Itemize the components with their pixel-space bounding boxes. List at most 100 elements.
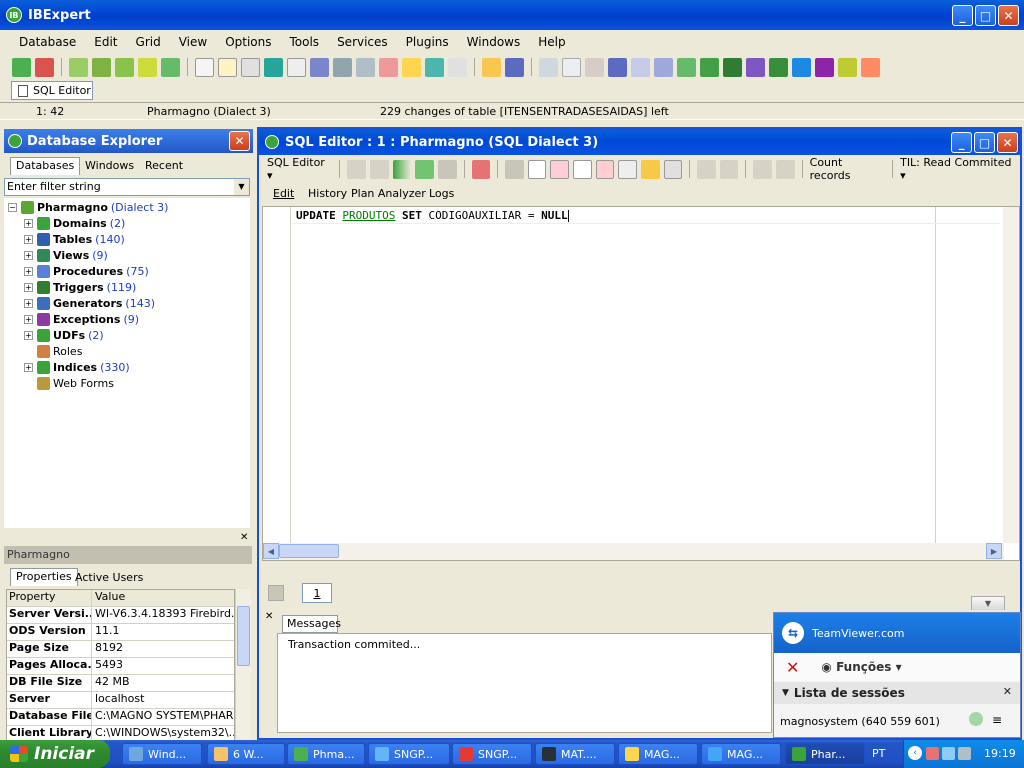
prev-page-icon[interactable] — [268, 585, 284, 601]
copy-page-icon[interactable] — [573, 159, 592, 179]
sql-maximize-button[interactable]: □ — [974, 132, 995, 153]
editor-horizontal-scrollbar[interactable]: ◀ ▶ — [263, 543, 1004, 560]
sql-minimize-button[interactable]: _ — [951, 132, 972, 153]
menu-options[interactable]: Options — [216, 35, 280, 49]
users-icon[interactable] — [379, 57, 398, 77]
blob-icon[interactable] — [425, 57, 444, 77]
form-icon[interactable] — [776, 159, 795, 179]
functions-menu[interactable]: ◉ Funções ▾ — [821, 660, 901, 674]
prev-query-icon[interactable] — [347, 159, 367, 179]
session-item[interactable]: magnosystem (640 559 601) — [780, 715, 940, 728]
language-indicator[interactable]: PT — [872, 747, 885, 760]
scroll-right-icon[interactable]: ▶ — [986, 543, 1002, 559]
cut-icon[interactable] — [539, 57, 558, 77]
taskbar-item[interactable]: Phar... — [785, 743, 865, 765]
editor-vertical-scrollbar[interactable] — [1003, 207, 1019, 543]
tree-node-udfs[interactable]: + UDFs (2) — [24, 327, 104, 343]
table-row[interactable]: DB File Size 42 MB — [7, 675, 234, 692]
table-row[interactable]: Server localhost — [7, 692, 234, 709]
tree-node-views[interactable]: + Views (9) — [24, 247, 108, 263]
new-trigger-icon[interactable] — [769, 57, 788, 77]
window-dropdown-icon[interactable] — [663, 159, 683, 179]
tree-node-roles[interactable]: +Roles — [24, 343, 82, 359]
compare-icon[interactable] — [333, 57, 352, 77]
close-icon[interactable]: ✕ — [240, 532, 248, 543]
grid-icon[interactable] — [753, 159, 773, 179]
document-icon[interactable] — [195, 57, 214, 77]
print-icon[interactable] — [356, 57, 375, 77]
prepare-icon[interactable] — [437, 159, 457, 179]
taskbar-item[interactable]: 6 W... — [207, 743, 285, 765]
tab-logs[interactable]: Logs — [429, 187, 454, 200]
taskbar-item[interactable]: MAG... — [701, 743, 781, 765]
find-next-icon[interactable] — [631, 57, 650, 77]
collapse-icon[interactable]: ▼ — [782, 688, 789, 698]
taskbar-item[interactable]: SNGP... — [368, 743, 450, 765]
sql-icon[interactable] — [241, 57, 260, 77]
explorer-close-button[interactable]: ✕ — [229, 131, 250, 151]
minimize-button[interactable]: _ — [952, 5, 973, 26]
unregister-db-icon[interactable] — [35, 57, 54, 77]
report-icon[interactable] — [218, 57, 237, 77]
teamviewer-brand[interactable]: TeamViewer.com — [812, 627, 904, 640]
expand-icon[interactable]: + — [24, 314, 33, 324]
disconnect-icon[interactable] — [115, 57, 134, 77]
search-db-icon[interactable] — [310, 57, 329, 77]
tab-sql-editor[interactable]: SQL Editor — [11, 81, 93, 100]
tree-node-exceptions[interactable]: + Exceptions (9) — [24, 311, 139, 327]
new-page-icon[interactable] — [527, 159, 547, 179]
menu-tools[interactable]: Tools — [281, 35, 329, 49]
expand-icon[interactable]: + — [24, 218, 33, 228]
taskbar-item[interactable]: SNGP... — [452, 743, 532, 765]
close-icon[interactable]: ✕ — [265, 611, 273, 622]
expand-icon[interactable]: + — [24, 330, 33, 340]
expand-icon[interactable]: + — [24, 250, 33, 260]
til-dropdown[interactable]: TIL: Read Commited ▾ — [900, 156, 1018, 182]
new-domain-icon[interactable] — [677, 57, 696, 77]
scroll-left-icon[interactable]: ◀ — [263, 543, 279, 559]
table-row[interactable]: Server Versi... WI-V6.3.4.18393 Firebird.… — [7, 607, 234, 624]
table-row[interactable]: Pages Alloca... 5493 — [7, 658, 234, 675]
sql-statement[interactable]: UPDATE PRODUTOS SET CODIGOAUXILIAR = NUL… — [296, 209, 569, 222]
expand-icon[interactable]: + — [24, 234, 33, 244]
tab-properties[interactable]: Properties — [10, 568, 78, 586]
copy-icon[interactable] — [562, 57, 581, 77]
tab-active-users[interactable]: Active Users — [75, 571, 143, 584]
save-icon[interactable] — [505, 57, 524, 77]
count-records-button[interactable]: Count records — [810, 156, 885, 182]
new-generator-icon[interactable] — [792, 57, 811, 77]
expand-icon[interactable]: + — [24, 282, 33, 292]
connect-icon[interactable] — [69, 57, 88, 77]
script-icon[interactable] — [287, 57, 306, 77]
new-udf-icon[interactable] — [838, 57, 857, 77]
maximize-button[interactable]: □ — [975, 5, 996, 26]
properties-scrollbar[interactable] — [235, 589, 251, 739]
commit-icon[interactable] — [697, 159, 716, 179]
close-button[interactable]: ✕ — [998, 5, 1019, 26]
export-data-icon[interactable] — [448, 57, 467, 77]
tray-volume-icon[interactable] — [958, 747, 971, 760]
end-session-icon[interactable]: ✕ — [786, 658, 799, 677]
execute-icon[interactable] — [392, 159, 412, 179]
tree-node-procedures[interactable]: + Procedures (75) — [24, 263, 149, 279]
chevron-down-icon[interactable]: ▼ — [971, 596, 1005, 610]
page-tab-1[interactable]: 1 — [302, 583, 332, 603]
table-row[interactable]: Page Size 8192 — [7, 641, 234, 658]
menu-database[interactable]: Database — [10, 35, 85, 49]
taskbar-item[interactable]: Wind... — [122, 743, 202, 765]
collapse-icon[interactable]: − — [8, 202, 17, 212]
tree-node-indices[interactable]: + Indices (330) — [24, 359, 130, 375]
start-button[interactable]: Iniciar — [0, 740, 110, 768]
menu-grid[interactable]: Grid — [127, 35, 170, 49]
sql-editor-dropdown[interactable]: SQL Editor ▾ — [267, 156, 332, 182]
table-row[interactable]: Database File C:\MAGNO SYSTEM\PHAR... — [7, 709, 234, 726]
taskbar-item[interactable]: MAG... — [618, 743, 698, 765]
sql-code-editor[interactable]: UPDATE PRODUTOS SET CODIGOAUXILIAR = NUL… — [262, 206, 1020, 561]
clock[interactable]: 19:19 — [984, 747, 1016, 760]
database-icon[interactable] — [138, 57, 157, 77]
tree-root[interactable]: − Pharmagno (Dialect 3) — [8, 199, 168, 215]
tree-node-triggers[interactable]: + Triggers (119) — [24, 279, 136, 295]
tree-node-web-forms[interactable]: +Web Forms — [24, 375, 114, 391]
tray-expand-icon[interactable]: ‹ — [908, 746, 922, 760]
session-hand-icon[interactable] — [969, 712, 983, 726]
